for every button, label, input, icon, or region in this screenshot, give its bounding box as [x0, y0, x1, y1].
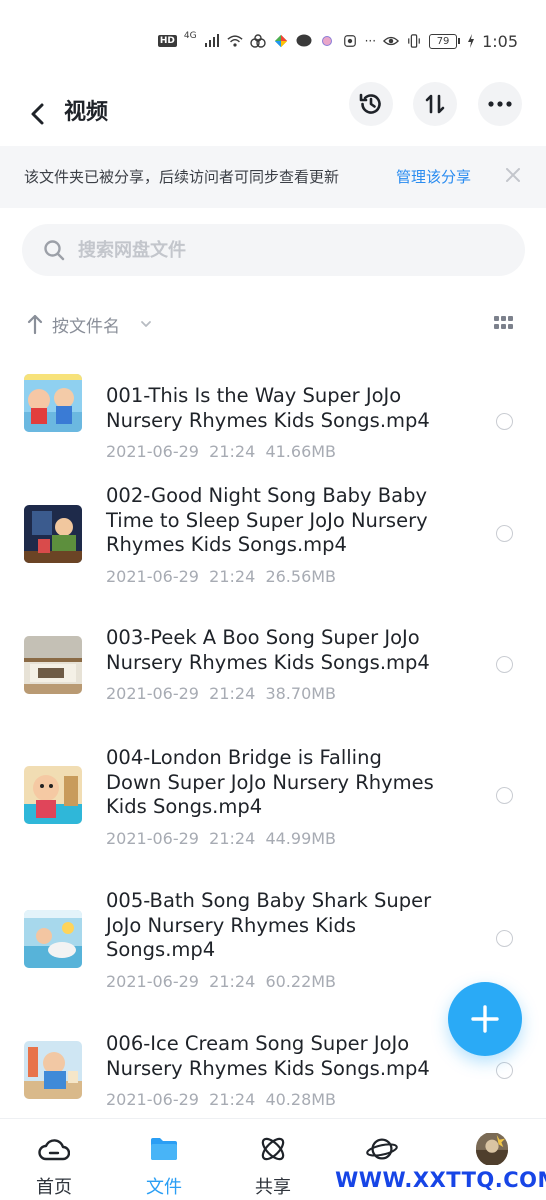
status-bar: HD 4G ··· 79 1:05	[0, 0, 546, 82]
video-thumbnail	[24, 374, 82, 432]
sort-row: 按文件名	[0, 304, 546, 344]
page-title: 视频	[64, 100, 109, 125]
more-icon	[488, 101, 512, 107]
video-thumbnail	[24, 505, 82, 563]
file-name: 006-Ice Cream Song Super JoJo Nursery Rh…	[106, 1032, 430, 1080]
share-banner-text: 该文件夹已被分享，后续访问者可同步查看更新	[24, 168, 340, 186]
charging-icon	[468, 34, 475, 48]
select-radio[interactable]	[496, 930, 513, 947]
battery-tip	[458, 38, 461, 44]
sort-updown-icon	[425, 94, 445, 114]
nav-files-label: 文件	[146, 1177, 182, 1198]
vibrate-icon	[408, 34, 420, 48]
battery-level: 79	[429, 33, 458, 49]
nav-home[interactable]: 首页	[14, 1119, 94, 1200]
file-row[interactable]: 003-Peek A Boo Song Super JoJo Nursery R…	[0, 618, 546, 730]
more-notifications-icon: ···	[364, 34, 377, 48]
eye-icon	[383, 36, 400, 46]
file-meta: 2021-06-29 21:24 26.56MB	[106, 567, 337, 586]
file-meta: 2021-06-29 21:24 44.99MB	[106, 829, 337, 848]
chevron-left-icon	[31, 103, 44, 125]
file-row[interactable]: 004-London Bridge is Falling Down Super …	[0, 738, 546, 878]
nav-home-label: 首页	[36, 1177, 72, 1198]
search-input[interactable]	[78, 224, 498, 276]
wifi-icon	[227, 35, 243, 47]
clock: 1:05	[482, 31, 518, 51]
select-radio[interactable]	[496, 525, 513, 542]
avatar	[476, 1133, 508, 1165]
sort-by-name-dropdown[interactable]: 按文件名	[52, 312, 120, 337]
search-icon	[44, 240, 65, 261]
banner-close-button[interactable]	[500, 162, 526, 188]
grid-dot	[501, 316, 506, 321]
grid-dot	[494, 324, 499, 329]
video-thumbnail	[24, 766, 82, 824]
plus-icon	[471, 1005, 499, 1033]
grid-dot	[508, 324, 513, 329]
file-row[interactable]: 002-Good Night Song Baby Baby Time to Sl…	[0, 476, 546, 616]
small-app-icon	[321, 36, 332, 46]
grid-view-toggle[interactable]	[494, 316, 514, 332]
colorful-app-icon	[274, 34, 287, 48]
close-icon	[506, 168, 520, 182]
back-button[interactable]	[22, 92, 52, 136]
select-radio[interactable]	[496, 1062, 513, 1079]
select-radio[interactable]	[496, 413, 513, 430]
file-name: 002-Good Night Song Baby Baby Time to Sl…	[106, 484, 428, 556]
share-banner: 该文件夹已被分享，后续访问者可同步查看更新 管理该分享	[0, 146, 546, 208]
file-name: 005-Bath Song Baby Shark Super JoJo Nurs…	[106, 889, 432, 961]
cloud-home-icon	[38, 1133, 70, 1165]
file-name: 003-Peek A Boo Song Super JoJo Nursery R…	[106, 626, 430, 674]
planet-icon	[366, 1133, 398, 1165]
history-button[interactable]	[349, 82, 393, 126]
file-name: 004-London Bridge is Falling Down Super …	[106, 746, 434, 818]
video-thumbnail	[24, 636, 82, 694]
file-row[interactable]: 001-This Is the Way Super JoJo Nursery R…	[0, 364, 546, 474]
file-meta: 2021-06-29 21:24 60.22MB	[106, 972, 337, 991]
sort-button[interactable]	[413, 82, 457, 126]
atom-share-icon	[257, 1133, 289, 1165]
file-name: 001-This Is the Way Super JoJo Nursery R…	[106, 384, 430, 432]
file-meta: 2021-06-29 21:24 41.66MB	[106, 442, 337, 461]
watermark: WWW.XXTTQ.COM	[335, 1167, 546, 1192]
video-thumbnail	[24, 1041, 82, 1099]
grid-dot	[494, 316, 499, 321]
file-meta: 2021-06-29 21:24 40.28MB	[106, 1090, 337, 1109]
manage-share-link[interactable]: 管理该分享	[396, 166, 471, 187]
top-app-bar: 视频	[0, 82, 546, 144]
grid-dot	[508, 316, 513, 321]
status-icons: HD 4G ··· 79 1:05	[157, 30, 518, 52]
nav-files[interactable]: 文件	[124, 1119, 204, 1200]
file-meta: 2021-06-29 21:24 38.70MB	[106, 684, 337, 703]
folder-icon	[148, 1133, 180, 1165]
battery-indicator: 79	[429, 33, 461, 49]
select-radio[interactable]	[496, 787, 513, 804]
chevron-down-icon[interactable]	[139, 317, 153, 331]
message-icon	[296, 34, 312, 47]
arrow-up-icon	[27, 314, 43, 335]
shield-app-icon	[343, 35, 356, 47]
more-button[interactable]	[478, 82, 522, 126]
cellular-signal-icon	[204, 34, 219, 47]
signal-icon: 4G	[183, 31, 197, 41]
hd-badge: HD	[157, 35, 177, 47]
add-button[interactable]	[448, 982, 522, 1056]
select-radio[interactable]	[496, 656, 513, 673]
app-notification-icon	[249, 34, 266, 48]
nav-share-label: 共享	[255, 1177, 291, 1198]
nav-share[interactable]: 共享	[233, 1119, 313, 1200]
video-thumbnail	[24, 910, 82, 968]
grid-dot	[501, 324, 506, 329]
search-bar[interactable]	[22, 224, 525, 276]
history-icon	[359, 93, 381, 114]
